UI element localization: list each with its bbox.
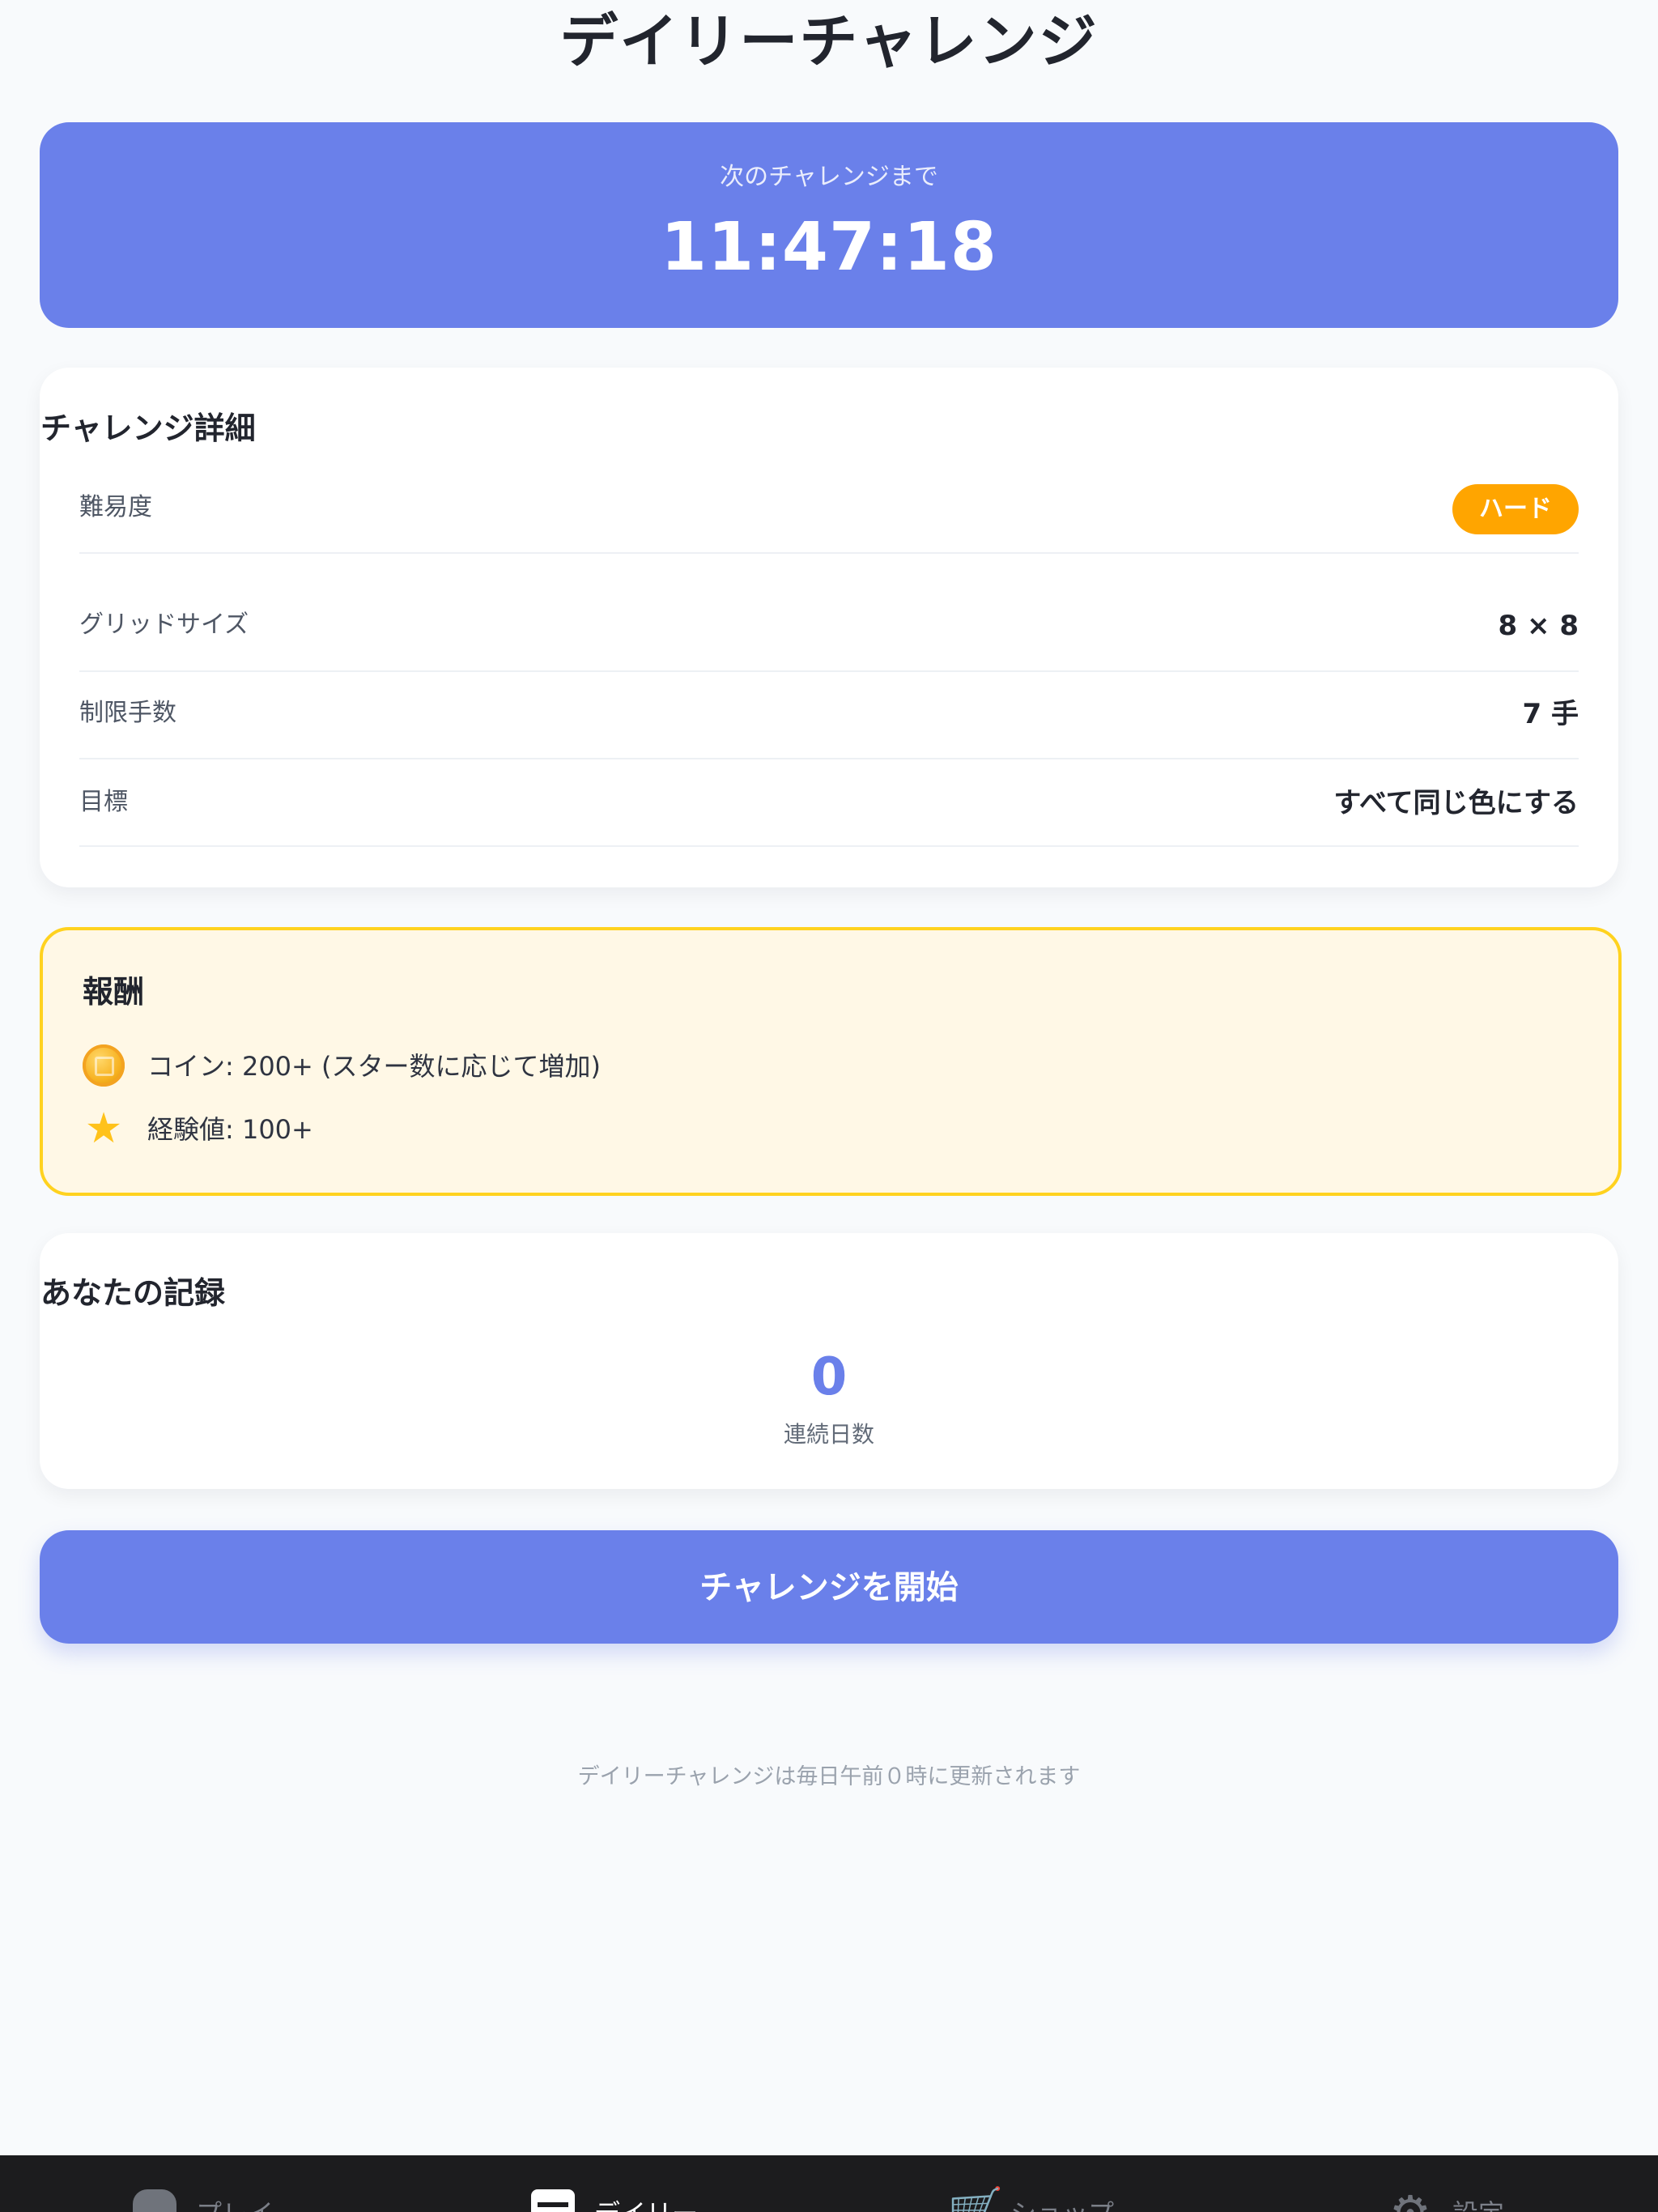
nav-label-shop: ショップ: [1010, 2196, 1114, 2212]
page-title: デイリーチャレンジ: [559, 7, 1099, 75]
detail-label: 目標: [79, 788, 128, 816]
nav-item-shop[interactable]: 🛒 ショップ: [947, 2155, 1239, 2212]
start-challenge-button[interactable]: チャレンジを開始: [40, 1530, 1618, 1644]
nav-item-settings[interactable]: ⚙ 設定: [1389, 2155, 1658, 2212]
your-record-title: あなたの記録: [40, 1275, 226, 1311]
cart-icon: 🛒: [947, 2185, 1004, 2212]
difficulty-badge: ハード: [1452, 484, 1579, 534]
grid-size-value: 8 × 8: [1498, 610, 1579, 642]
detail-label: 難易度: [79, 493, 152, 521]
next-challenge-timer-card: 次のチャレンジまで 11:47:18: [40, 122, 1618, 328]
streak-count: 0: [810, 1347, 848, 1407]
gear-icon: ⚙: [1389, 2189, 1433, 2212]
detail-row-move-limit: 制限手数 7 手: [79, 670, 1579, 759]
goal-value: すべて同じ色にする: [1333, 787, 1579, 819]
detail-label: 制限手数: [79, 699, 176, 727]
challenge-details-title: チャレンジ詳細: [40, 410, 256, 446]
detail-row-grid-size: グリッドサイズ 8 × 8: [79, 583, 1579, 672]
reward-experience-text: 経験値: 100+: [147, 1114, 313, 1145]
countdown-timer: 11:47:18: [661, 209, 997, 286]
streak-label: 連続日数: [783, 1421, 874, 1448]
detail-row-difficulty: 難易度 ハード: [79, 465, 1579, 554]
reward-coin-text: コイン: 200+ (スター数に応じて増加): [147, 1051, 601, 1082]
reward-experience-item: ★ 経験値: 100+: [83, 1108, 1540, 1153]
next-challenge-label: 次のチャレンジまで: [720, 163, 938, 191]
rewards-title: 報酬: [83, 974, 145, 1010]
calendar-icon: [531, 2189, 575, 2212]
detail-row-goal: 目標 すべて同じ色にする: [79, 758, 1579, 847]
nav-item-daily[interactable]: デイリー: [531, 2155, 823, 2212]
nav-label-daily: デイリー: [594, 2196, 698, 2212]
move-limit-value: 7 手: [1522, 698, 1579, 730]
coin-icon: [83, 1044, 125, 1087]
reward-coin-item: コイン: 200+ (スター数に応じて増加): [83, 1044, 1540, 1090]
nav-label-play: プレイ: [196, 2196, 274, 2212]
star-icon: ★: [84, 1104, 123, 1153]
nav-label-settings: 設定: [1452, 2196, 1504, 2212]
controller-icon: [133, 2189, 176, 2212]
daily-update-note: デイリーチャレンジは毎日午前０時に更新されます: [577, 1764, 1081, 1789]
detail-label: グリッドサイズ: [79, 610, 249, 639]
nav-item-play[interactable]: プレイ: [133, 2155, 424, 2212]
bottom-navigation: プレイ デイリー 🛒 ショップ ⚙ 設定: [0, 2155, 1658, 2212]
